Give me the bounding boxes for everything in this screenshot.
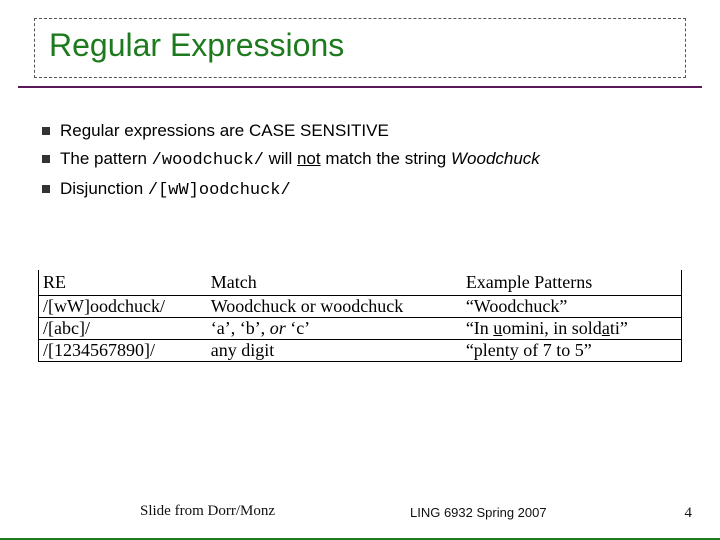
cell-example: “In uomini, in soldati”	[464, 318, 682, 340]
cell-match: Woodchuck or woodchuck	[209, 296, 464, 318]
footer-page-number: 4	[685, 505, 693, 522]
bullet-text-not: not	[297, 149, 321, 168]
cell-re: /[wW]oodchuck/	[39, 296, 209, 318]
code-woodchuck: /woodchuck/	[152, 151, 264, 170]
bullet-case-sensitive: Regular expressions are CASE SENSITIVE	[40, 120, 680, 143]
cell-ex-post: ti”	[610, 318, 628, 338]
table-row: /[abc]/ ‘a’, ‘b’, or ‘c’ “In uomini, in …	[39, 318, 682, 340]
th-example: Example Patterns	[464, 270, 682, 296]
title-underline	[18, 82, 702, 88]
cell-re: /[abc]/	[39, 318, 209, 340]
table-row: /[1234567890]/ any digit “plenty of 7 to…	[39, 340, 682, 362]
bullet-text-pre: Disjunction	[60, 179, 148, 198]
bullet-text-woodchuck-italic: Woodchuck	[451, 149, 540, 168]
table-header-row: RE Match Example Patterns	[39, 270, 682, 296]
bullet-list: Regular expressions are CASE SENSITIVE T…	[40, 120, 680, 203]
regex-table-wrap: RE Match Example Patterns /[wW]oodchuck/…	[38, 270, 682, 362]
slide: Regular Expressions Regular expressions …	[0, 0, 720, 540]
bullet-text-post: match the string	[321, 149, 451, 168]
cell-example: “plenty of 7 to 5”	[464, 340, 682, 362]
cell-ex-pre: “In	[466, 318, 493, 338]
bullet-text-pre: The pattern	[60, 149, 152, 168]
bullet-pattern-not-match: The pattern /woodchuck/ will not match t…	[40, 148, 680, 173]
code-disjunction: /[wW]oodchuck/	[148, 181, 291, 200]
content-area: Regular expressions are CASE SENSITIVE T…	[40, 120, 680, 208]
regex-table: RE Match Example Patterns /[wW]oodchuck/…	[38, 270, 682, 362]
cell-match: any digit	[209, 340, 464, 362]
cell-match: ‘a’, ‘b’, or ‘c’	[209, 318, 464, 340]
footer-course: LING 6932 Spring 2007	[410, 505, 547, 520]
cell-ex-u1: u	[493, 318, 502, 338]
title-box: Regular Expressions	[34, 18, 686, 78]
bullet-disjunction: Disjunction /[wW]oodchuck/	[40, 178, 680, 203]
bullet-text: Regular expressions are CASE SENSITIVE	[60, 121, 389, 140]
cell-match-pre: ‘a’, ‘b’,	[211, 318, 270, 338]
cell-match-ital: or	[270, 318, 286, 338]
footer-attribution: Slide from Dorr/Monz	[140, 503, 275, 520]
cell-ex-u2: a	[602, 318, 610, 338]
cell-example: “Woodchuck”	[464, 296, 682, 318]
cell-match-post: ‘c’	[286, 318, 310, 338]
table-row: /[wW]oodchuck/ Woodchuck or woodchuck “W…	[39, 296, 682, 318]
cell-ex-mid: omini, in sold	[502, 318, 602, 338]
bullet-text-mid: will	[264, 149, 297, 168]
cell-re: /[1234567890]/	[39, 340, 209, 362]
th-match: Match	[209, 270, 464, 296]
th-re: RE	[39, 270, 209, 296]
page-title: Regular Expressions	[49, 27, 671, 64]
